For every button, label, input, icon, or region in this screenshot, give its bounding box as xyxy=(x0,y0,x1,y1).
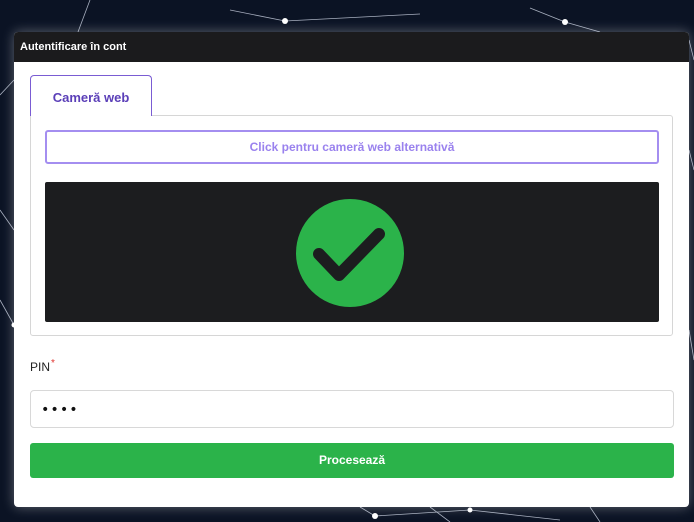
webcam-tab-panel: Click pentru cameră web alternativă xyxy=(30,115,673,336)
process-button[interactable]: Procesează xyxy=(30,443,674,478)
modal-title: Autentificare în cont xyxy=(14,32,689,62)
alternative-webcam-button[interactable]: Click pentru cameră web alternativă xyxy=(45,130,659,164)
webcam-preview xyxy=(45,182,659,322)
pin-label-text: PIN xyxy=(30,360,51,374)
login-modal: Autentificare în cont Cameră web Click p… xyxy=(14,32,689,507)
required-marker: * xyxy=(51,358,55,369)
tab-webcam[interactable]: Cameră web xyxy=(30,75,152,116)
pin-label: PIN* xyxy=(30,358,55,374)
pin-input[interactable]: •••• xyxy=(30,390,674,428)
tab-bar: Cameră web xyxy=(30,75,152,116)
check-circle-icon xyxy=(296,199,404,307)
